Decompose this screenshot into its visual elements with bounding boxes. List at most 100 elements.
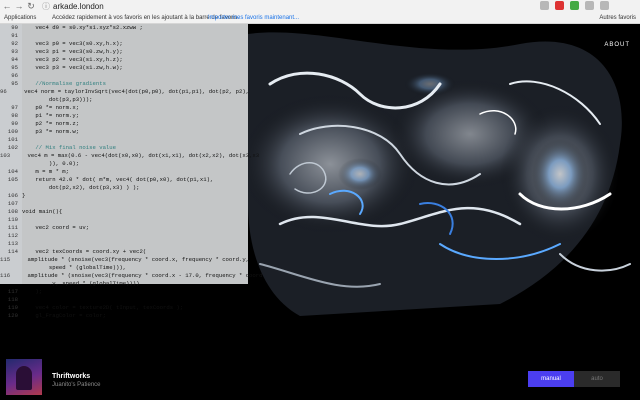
line-number: 118 [7, 296, 18, 303]
code-line[interactable]: 96 vec4 norm = taylorInvSqrt(vec4(dot(p0… [0, 88, 250, 96]
line-number [0, 280, 22, 288]
code-line[interactable]: 110 [0, 216, 248, 224]
code-line[interactable]: 103 vec4 m = max(0.6 - vec4(dot(x0,x0), … [0, 152, 259, 160]
bookmark-star-icon[interactable] [540, 1, 549, 10]
line-number: 115 [0, 256, 11, 263]
code-text: // Mix final noise value [22, 144, 116, 151]
line-number: 94 [11, 56, 18, 63]
url-text: arkade.london [53, 2, 104, 11]
code-line[interactable]: 94 vec3 p2 = vec3(s1.xy,h.z); [0, 56, 248, 64]
code-text: p3 *= norm.w; [22, 128, 80, 135]
code-line[interactable]: 118 [0, 296, 248, 304]
track-title: Thriftworks [52, 373, 91, 380]
code-line[interactable]: 105 return 42.0 * dot( m*m, vec4( dot(p0… [0, 176, 248, 184]
line-number [0, 264, 22, 272]
about-link[interactable]: ABOUT [604, 42, 630, 48]
browser-toolbar: ← → ↻ ⓘ arkade.london Applications Accéde… [0, 0, 640, 24]
extension-icon[interactable] [570, 1, 579, 10]
code-line[interactable]: dot(p2,x2), dot(p3,x3) ) ); [0, 184, 248, 192]
line-number: 96 [11, 72, 18, 79]
line-number: 97 [11, 104, 18, 111]
code-line[interactable]: 108 void main(){ [0, 208, 248, 216]
code-line[interactable]: 112 [0, 232, 248, 240]
code-text: vec4 norm = taylorInvSqrt(vec4(dot(p0,p0… [10, 88, 250, 95]
line-number: 113 [7, 240, 18, 247]
forward-icon[interactable]: → [14, 1, 24, 11]
line-number: 116 [0, 272, 11, 279]
code-line[interactable]: 102 // Mix final noise value [0, 144, 248, 152]
player-bar: Thriftworks Juanito's Patience manual au… [0, 318, 640, 400]
code-line[interactable]: 95 //Normalise gradients [0, 80, 248, 88]
apps-shortcut[interactable]: Applications [4, 13, 36, 23]
import-bookmarks-link[interactable]: Importer mes favoris maintenant... [208, 13, 299, 23]
code-line[interactable]: speed * (globalTime))), [0, 264, 248, 272]
code-text: vec4 color = texture2D( tInput, texCoord… [22, 304, 184, 311]
code-text: vec3 p0 = vec3(s0.xy,h.x); [22, 40, 123, 47]
other-bookmarks[interactable]: Autres favoris [599, 13, 636, 23]
code-line[interactable]: 117 ); [0, 288, 248, 296]
code-line[interactable]: 116 amplitude * (snoise(vec3(frequency *… [0, 272, 262, 280]
code-line[interactable]: 98 p1 *= norm.y; [0, 112, 248, 120]
code-line[interactable]: 90 vec4 d0 = s0.xy*s1.xyz*s2.xzww ; [0, 24, 248, 32]
code-line[interactable]: 97 p0 *= norm.x; [0, 104, 248, 112]
code-line[interactable]: 119 vec4 color = texture2D( tInput, texC… [0, 304, 248, 312]
code-line[interactable]: 91 [0, 32, 248, 40]
auto-mode-button[interactable]: auto [574, 371, 620, 387]
code-line[interactable]: 104 m = m * m; [0, 168, 248, 176]
code-line[interactable]: .y, speed * (globalTime)))) [0, 280, 248, 288]
line-number: 93 [11, 48, 18, 55]
code-lines: 90 vec4 d0 = s0.xy*s1.xyz*s2.xzww ; 91 92 … [0, 24, 262, 318]
line-number: 98 [11, 112, 18, 119]
code-text: p1 *= norm.y; [22, 112, 80, 119]
code-line[interactable]: 107 [0, 200, 248, 208]
line-number: 114 [7, 248, 18, 255]
bookmarks-bar: Applications Accédez rapidement à vos fa… [0, 13, 640, 23]
line-number: 119 [7, 304, 18, 311]
code-line[interactable]: 93 vec3 p1 = vec3(s0.zw,h.y); [0, 48, 248, 56]
code-text: .y, speed * (globalTime)))) [22, 280, 140, 287]
line-number [0, 184, 22, 192]
line-number: 105 [7, 176, 18, 183]
code-text: amplitude * (snoise(vec3(frequency * coo… [14, 256, 250, 263]
code-line[interactable]: 100 p3 *= norm.w; [0, 128, 248, 136]
extension-icon[interactable] [555, 1, 564, 10]
code-line[interactable]: 96 [0, 72, 248, 80]
code-line[interactable]: 114 vec2 texCoords = coord.xy + vec2( [0, 248, 248, 256]
address-bar[interactable]: ⓘ arkade.london [42, 1, 536, 12]
line-number: 108 [7, 208, 18, 215]
line-number: 106 [7, 192, 18, 199]
shader-code-editor[interactable]: 90 vec4 d0 = s0.xy*s1.xyz*s2.xzww ; 91 92 … [0, 24, 262, 318]
code-line[interactable]: 101 [0, 136, 248, 144]
line-number: 103 [0, 152, 11, 159]
code-text: vec3 p1 = vec3(s0.zw,h.y); [22, 48, 123, 55]
back-icon[interactable]: ← [2, 1, 12, 11]
code-line[interactable]: 95 vec3 p3 = vec3(s1.zw,h.w); [0, 64, 248, 72]
reload-icon[interactable]: ↻ [26, 1, 36, 11]
menu-icon[interactable] [600, 1, 609, 10]
code-text: //Normalise gradients [22, 80, 106, 87]
cast-icon[interactable] [585, 1, 594, 10]
code-line[interactable]: 99 p2 *= norm.z; [0, 120, 248, 128]
code-line[interactable]: 92 vec3 p0 = vec3(s0.xy,h.x); [0, 40, 248, 48]
code-text: vec3 p2 = vec3(s1.xy,h.z); [22, 56, 123, 63]
nav-buttons: ← → ↻ [2, 1, 36, 11]
code-text: vec2 texCoords = coord.xy + vec2( [22, 248, 147, 255]
line-number: 91 [11, 32, 18, 39]
visual-stage[interactable]: ABOUT 90 vec4 d0 = s0.xy*s1.xyz*s2.xzww … [0, 24, 640, 318]
code-text: return 42.0 * dot( m*m, vec4( dot(p0,x0)… [22, 176, 214, 183]
line-number: 96 [0, 88, 7, 95]
info-icon[interactable]: ⓘ [42, 2, 50, 11]
manual-mode-button[interactable]: manual [528, 371, 574, 387]
code-line[interactable]: 113 [0, 240, 248, 248]
code-text: void main(){ [22, 208, 63, 215]
code-line[interactable]: 111 vec2 coord = uv; [0, 224, 248, 232]
code-line[interactable]: dot(p3,p3))); [0, 96, 248, 104]
line-number: 110 [7, 216, 18, 223]
line-number [0, 160, 22, 168]
line-number: 95 [11, 64, 18, 71]
code-line[interactable]: 106} [0, 192, 248, 200]
code-text: m = m * m; [22, 168, 69, 175]
code-line[interactable]: )), 0.0); [0, 160, 248, 168]
code-text: } [22, 192, 26, 199]
code-line[interactable]: 115 amplitude * (snoise(vec3(frequency *… [0, 256, 250, 264]
